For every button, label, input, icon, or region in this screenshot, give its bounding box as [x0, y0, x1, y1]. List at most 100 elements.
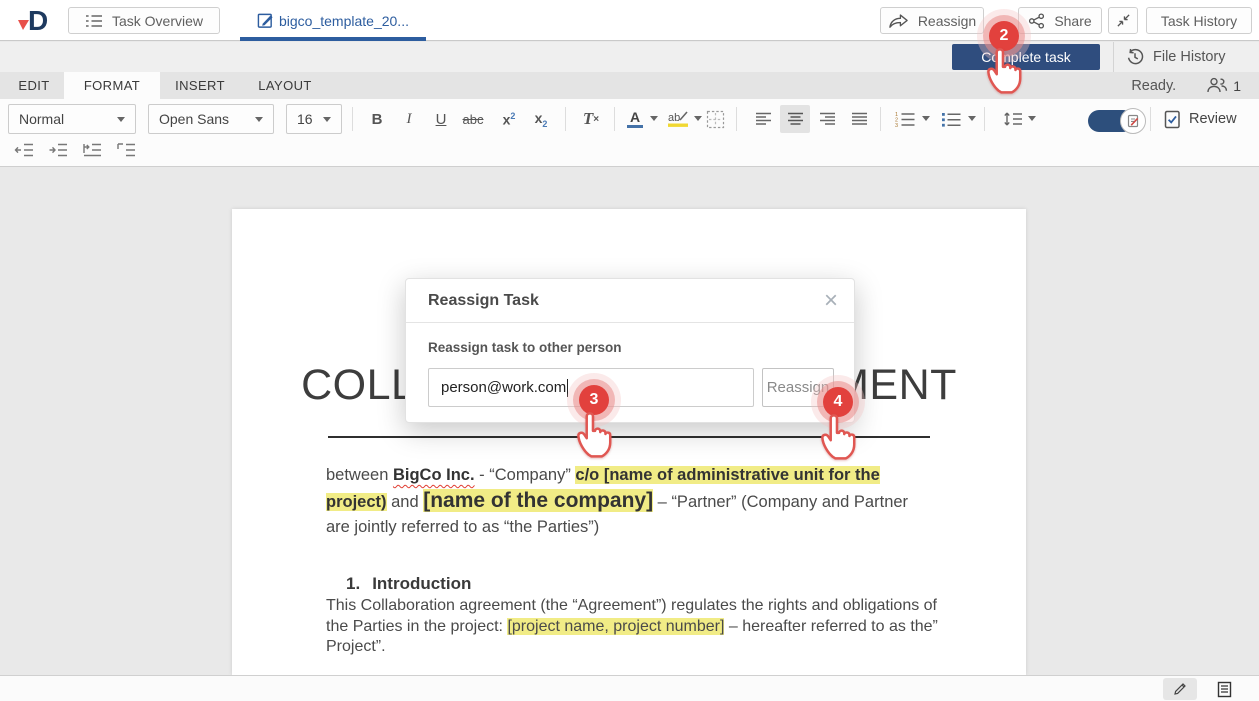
- clear-formatting-button[interactable]: T×: [574, 105, 608, 133]
- divider: [1113, 42, 1114, 72]
- divider: [614, 107, 615, 131]
- numbered-list-button[interactable]: 1 2 3: [890, 105, 920, 133]
- bold-button[interactable]: B: [362, 105, 392, 133]
- run-highlight-company-placeholder: [name of the company]: [423, 489, 653, 512]
- document-view-button[interactable]: [1210, 678, 1238, 700]
- font-size-value: 16: [297, 111, 313, 127]
- forward-arrow-icon: [888, 13, 909, 29]
- line-spacing-dropdown[interactable]: [1028, 116, 1036, 121]
- task-overview-button[interactable]: Task Overview: [68, 7, 220, 34]
- edit-mode-button[interactable]: [1163, 678, 1197, 700]
- divider: [1150, 107, 1151, 131]
- collaborator-count: 1: [1233, 78, 1241, 94]
- logo-letter: D: [28, 5, 48, 36]
- modal-title: Reassign Task: [428, 279, 539, 323]
- strikethrough-button[interactable]: abc: [458, 105, 488, 133]
- reassign-label: Reassign: [918, 13, 976, 29]
- collapse-arrows-icon: [1116, 13, 1131, 28]
- complete-task-button[interactable]: Complete task: [952, 44, 1100, 70]
- italic-button[interactable]: I: [394, 105, 424, 133]
- history-clock-icon: [1126, 48, 1144, 66]
- paragraph-style-value: Normal: [19, 111, 64, 127]
- first-line-indent-button[interactable]: [78, 137, 106, 163]
- document-tab[interactable]: bigco_template_20...: [240, 0, 426, 41]
- align-left-icon: [755, 112, 772, 126]
- task-history-button[interactable]: Task History: [1146, 7, 1252, 34]
- divider: [352, 107, 353, 131]
- divider: [565, 107, 566, 131]
- align-center-button[interactable]: [780, 105, 810, 133]
- borders-button[interactable]: [702, 105, 728, 133]
- section-title: Introduction: [372, 574, 471, 594]
- hand-click-cursor: [817, 409, 859, 461]
- collapse-button[interactable]: [1108, 7, 1138, 34]
- font-color-button[interactable]: A: [622, 105, 648, 133]
- font-size-select[interactable]: 16: [286, 104, 342, 134]
- hanging-indent-icon: [116, 142, 136, 158]
- run-company-name: BigCo Inc.: [393, 466, 475, 484]
- file-history-button[interactable]: File History: [1126, 42, 1226, 72]
- review-button[interactable]: Review: [1164, 105, 1237, 133]
- share-label: Share: [1054, 13, 1091, 29]
- document-edit-icon: [1126, 114, 1140, 128]
- decrease-indent-icon: [14, 142, 34, 158]
- section-number: 1.: [346, 574, 360, 594]
- superscript-button[interactable]: x2: [494, 105, 524, 133]
- tab-format-label: FORMAT: [84, 78, 140, 93]
- collaborators-indicator[interactable]: 1: [1206, 77, 1241, 94]
- share-button[interactable]: Share: [1018, 7, 1102, 34]
- modal-header: Reassign Task ×: [406, 279, 854, 323]
- increase-indent-button[interactable]: [44, 137, 72, 163]
- divider: [984, 107, 985, 131]
- subscript-button[interactable]: x2: [526, 105, 556, 133]
- underline-button[interactable]: U: [426, 105, 456, 133]
- align-justify-button[interactable]: [844, 105, 874, 133]
- tab-layout[interactable]: LAYOUT: [252, 72, 318, 99]
- chevron-down-icon: [323, 117, 331, 122]
- tab-format[interactable]: FORMAT: [64, 72, 160, 99]
- highlight-color-button[interactable]: ab: [664, 105, 692, 133]
- app-logo: D: [14, 4, 60, 36]
- hand-click-cursor: [573, 407, 615, 459]
- superscript-exp: 2: [510, 111, 515, 121]
- reassign-label: Reassign task to other person: [428, 340, 622, 355]
- pencil-icon: [1172, 681, 1188, 697]
- font-color-dropdown[interactable]: [650, 116, 658, 121]
- bullet-list-dropdown[interactable]: [968, 116, 976, 121]
- run-highlight-project-placeholder: [project name, project number]: [507, 618, 724, 635]
- section-heading: 1. Introduction: [346, 574, 471, 594]
- document-tab-label: bigco_template_20...: [279, 13, 409, 29]
- decrease-indent-button[interactable]: [10, 137, 38, 163]
- edit-mode-toggle[interactable]: [1088, 108, 1146, 134]
- ordered-list-icon: [85, 13, 103, 29]
- align-right-button[interactable]: [812, 105, 842, 133]
- border-grid-icon: [706, 110, 725, 129]
- tab-edit-label: EDIT: [18, 78, 49, 93]
- tab-insert[interactable]: INSERT: [168, 72, 232, 99]
- align-center-icon: [787, 112, 804, 126]
- secondary-bar: Complete task File History: [0, 42, 1259, 72]
- hanging-indent-button[interactable]: [112, 137, 140, 163]
- font-family-select[interactable]: Open Sans: [148, 104, 274, 134]
- align-justify-icon: [851, 112, 868, 126]
- numbered-list-dropdown[interactable]: [922, 116, 930, 121]
- subscript-idx: 2: [542, 118, 547, 128]
- share-icon: [1028, 13, 1045, 29]
- highlight-icon: ab: [667, 110, 689, 128]
- underline-label: U: [436, 111, 447, 128]
- reassign-button[interactable]: Reassign: [880, 7, 984, 34]
- text-cursor: [567, 379, 568, 397]
- annotation-step-4: 4: [823, 387, 853, 417]
- file-history-label: File History: [1153, 49, 1226, 65]
- bottom-bar: [0, 675, 1259, 701]
- highlight-dropdown[interactable]: [694, 116, 702, 121]
- bullet-list-button[interactable]: [936, 105, 966, 133]
- close-icon[interactable]: ×: [824, 287, 838, 315]
- italic-label: I: [407, 111, 412, 128]
- bold-label: B: [372, 111, 383, 128]
- paragraph-style-select[interactable]: Normal: [8, 104, 136, 134]
- hand-click-cursor: [983, 43, 1025, 95]
- align-left-button[interactable]: [748, 105, 778, 133]
- line-spacing-button[interactable]: [998, 105, 1028, 133]
- tab-edit[interactable]: EDIT: [10, 72, 58, 99]
